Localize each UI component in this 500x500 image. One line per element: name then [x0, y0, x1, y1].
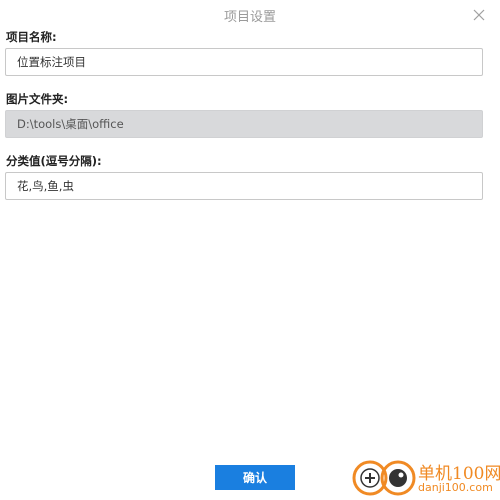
dialog-title: 项目设置 — [223, 10, 276, 25]
watermark-logo-icon — [352, 460, 416, 496]
image-folder-input — [5, 110, 483, 138]
project-settings-dialog: 项目设置 项目名称: 图片文件夹: 分类值(逗号分隔): 确认 单机100网 d… — [0, 0, 500, 500]
watermark-logo: 单机100网 danji100.com — [352, 459, 500, 497]
project-name-input[interactable] — [5, 48, 483, 76]
close-icon-glyph — [473, 9, 485, 21]
watermark-url: danji100.com — [418, 481, 493, 494]
categories-input[interactable] — [5, 172, 483, 200]
confirm-button[interactable]: 确认 — [215, 465, 295, 490]
close-icon[interactable] — [472, 7, 486, 21]
project-name-label: 项目名称: — [6, 30, 57, 44]
categories-label: 分类值(逗号分隔): — [6, 154, 102, 168]
image-folder-label: 图片文件夹: — [6, 92, 69, 106]
